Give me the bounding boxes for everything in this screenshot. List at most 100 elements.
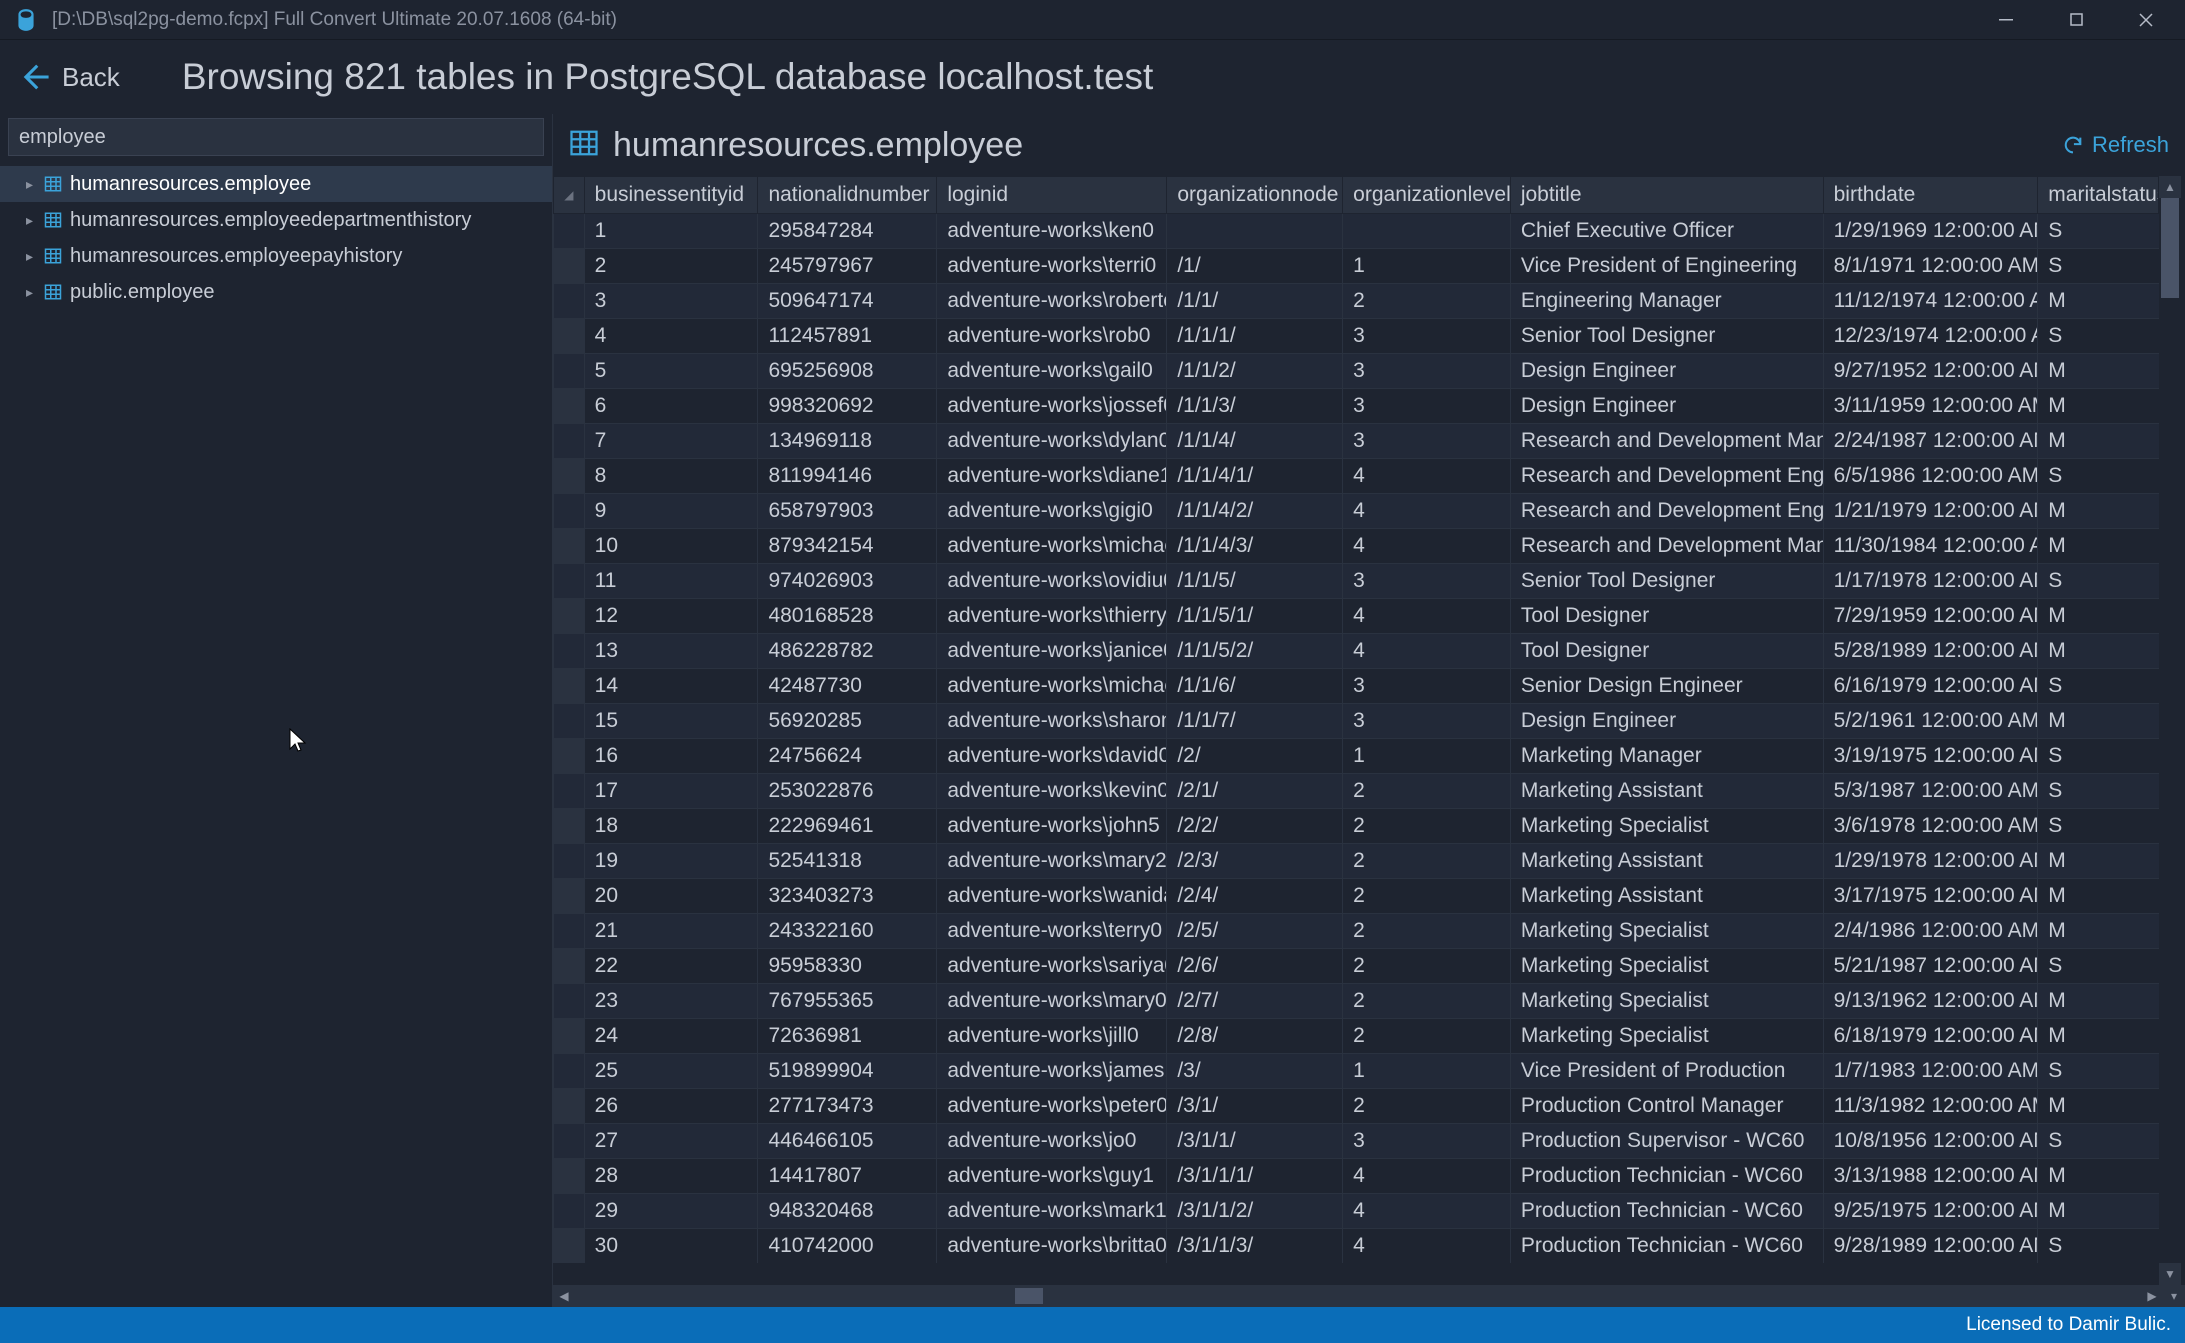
cell[interactable]: Research and Development Manager (1510, 529, 1823, 564)
cell[interactable]: Tool Designer (1510, 599, 1823, 634)
cell[interactable]: 277173473 (758, 1089, 937, 1124)
cell[interactable]: 295847284 (758, 214, 937, 249)
table-row[interactable]: 2295958330adventure-works\sariya0/2/6/2M… (554, 949, 2159, 984)
row-selector[interactable] (554, 669, 585, 704)
cell[interactable]: /1/1/3/ (1167, 389, 1343, 424)
row-selector[interactable] (554, 214, 585, 249)
cell[interactable]: M (2038, 529, 2159, 564)
cell[interactable]: Production Control Manager (1510, 1089, 1823, 1124)
table-row[interactable]: 2472636981adventure-works\jill0/2/8/2Mar… (554, 1019, 2159, 1054)
table-row[interactable]: 11974026903adventure-works\ovidiu0/1/1/5… (554, 564, 2159, 599)
table-row[interactable]: 2814417807adventure-works\guy1/3/1/1/1/4… (554, 1159, 2159, 1194)
cell[interactable]: 2/24/1987 12:00:00 AM (1823, 424, 2038, 459)
cell[interactable]: adventure-works\thierry0 (937, 599, 1167, 634)
table-row[interactable]: 1624756624adventure-works\david0/2/1Mark… (554, 739, 2159, 774)
row-selector[interactable] (554, 914, 585, 949)
cell[interactable]: M (2038, 284, 2159, 319)
cell[interactable]: Design Engineer (1510, 354, 1823, 389)
column-header[interactable]: jobtitle (1510, 177, 1823, 214)
cell[interactable]: 42487730 (758, 669, 937, 704)
row-selector[interactable] (554, 564, 585, 599)
column-header[interactable]: loginid (937, 177, 1167, 214)
row-selector[interactable] (554, 1159, 585, 1194)
cell[interactable]: /2/4/ (1167, 879, 1343, 914)
cell[interactable]: 4 (584, 319, 758, 354)
cell[interactable]: Vice President of Engineering (1510, 249, 1823, 284)
row-selector[interactable] (554, 1054, 585, 1089)
table-row[interactable]: 3509647174adventure-works\roberto0/1/1/2… (554, 284, 2159, 319)
cell[interactable]: Marketing Specialist (1510, 949, 1823, 984)
row-selector[interactable] (554, 1124, 585, 1159)
cell[interactable]: adventure-works\peter0 (937, 1089, 1167, 1124)
cell[interactable]: 4 (1343, 634, 1511, 669)
cell[interactable]: adventure-works\terry0 (937, 914, 1167, 949)
table-row[interactable]: 10879342154adventure-works\michael6/1/1/… (554, 529, 2159, 564)
cell[interactable]: 4 (1343, 529, 1511, 564)
scroll-up-icon[interactable]: ▲ (2159, 176, 2181, 198)
cell[interactable]: 519899904 (758, 1054, 937, 1089)
cell[interactable]: S (2038, 739, 2159, 774)
table-row[interactable]: 30410742000adventure-works\britta0/3/1/1… (554, 1229, 2159, 1264)
cell[interactable]: 2 (1343, 984, 1511, 1019)
cell[interactable]: S (2038, 1124, 2159, 1159)
minimize-button[interactable] (1971, 0, 2041, 40)
cell[interactable]: 1/7/1983 12:00:00 AM (1823, 1054, 2038, 1089)
cell[interactable]: /2/ (1167, 739, 1343, 774)
cell[interactable]: 23 (584, 984, 758, 1019)
cell[interactable]: 12 (584, 599, 758, 634)
cell[interactable]: 9 (584, 494, 758, 529)
sidebar-item[interactable]: ▸humanresources.employeepayhistory (0, 238, 552, 274)
row-selector[interactable] (554, 284, 585, 319)
cell[interactable]: adventure-works\ken0 (937, 214, 1167, 249)
cell[interactable]: 998320692 (758, 389, 937, 424)
cell[interactable]: 4 (1343, 1229, 1511, 1264)
cell[interactable]: 1 (1343, 1054, 1511, 1089)
cell[interactable]: M (2038, 1194, 2159, 1229)
row-selector[interactable] (554, 984, 585, 1019)
cell[interactable]: adventure-works\jossef0 (937, 389, 1167, 424)
cell[interactable]: M (2038, 879, 2159, 914)
cell[interactable]: 25 (584, 1054, 758, 1089)
cell[interactable]: 2 (1343, 284, 1511, 319)
cell[interactable]: adventure-works\dylan0 (937, 424, 1167, 459)
cell[interactable]: Production Technician - WC60 (1510, 1229, 1823, 1264)
table-row[interactable]: 26277173473adventure-works\peter0/3/1/2P… (554, 1089, 2159, 1124)
cell[interactable]: /1/1/4/1/ (1167, 459, 1343, 494)
cell[interactable]: S (2038, 1054, 2159, 1089)
column-header[interactable]: nationalidnumber (758, 177, 937, 214)
cell[interactable]: /3/1/1/3/ (1167, 1229, 1343, 1264)
cell[interactable]: /2/8/ (1167, 1019, 1343, 1054)
cell[interactable]: adventure-works\rob0 (937, 319, 1167, 354)
cell[interactable]: /2/3/ (1167, 844, 1343, 879)
cell[interactable]: S (2038, 669, 2159, 704)
search-input[interactable] (8, 118, 544, 156)
cell[interactable]: M (2038, 1159, 2159, 1194)
row-selector[interactable] (554, 599, 585, 634)
column-header[interactable]: organizationnode (1167, 177, 1343, 214)
cell[interactable]: 30 (584, 1229, 758, 1264)
row-selector[interactable] (554, 1089, 585, 1124)
scroll-right-icon[interactable]: ▶ (2141, 1285, 2163, 1307)
cell[interactable]: Engineering Manager (1510, 284, 1823, 319)
cell[interactable]: 4 (1343, 494, 1511, 529)
cell[interactable]: 1/21/1979 12:00:00 AM (1823, 494, 2038, 529)
cell[interactable]: /1/1/4/2/ (1167, 494, 1343, 529)
cell[interactable]: 2 (1343, 774, 1511, 809)
row-selector[interactable] (554, 459, 585, 494)
table-row[interactable]: 25519899904adventure-works\james1/3/1Vic… (554, 1054, 2159, 1089)
cell[interactable]: 7/29/1959 12:00:00 AM (1823, 599, 2038, 634)
horizontal-scrollbar[interactable] (575, 1285, 2141, 1307)
cell[interactable]: Research and Development Engineer (1510, 494, 1823, 529)
cell[interactable]: 3 (584, 284, 758, 319)
cell[interactable]: 112457891 (758, 319, 937, 354)
cell[interactable]: Senior Design Engineer (1510, 669, 1823, 704)
cell[interactable]: adventure-works\jo0 (937, 1124, 1167, 1159)
sidebar-item[interactable]: ▸humanresources.employee (0, 166, 552, 202)
cell[interactable]: Marketing Assistant (1510, 879, 1823, 914)
cell[interactable]: 3 (1343, 424, 1511, 459)
table-row[interactable]: 17253022876adventure-works\kevin0/2/1/2M… (554, 774, 2159, 809)
cell[interactable]: 27 (584, 1124, 758, 1159)
cell[interactable]: adventure-works\diane1 (937, 459, 1167, 494)
cell[interactable]: Marketing Assistant (1510, 844, 1823, 879)
row-selector[interactable] (554, 529, 585, 564)
